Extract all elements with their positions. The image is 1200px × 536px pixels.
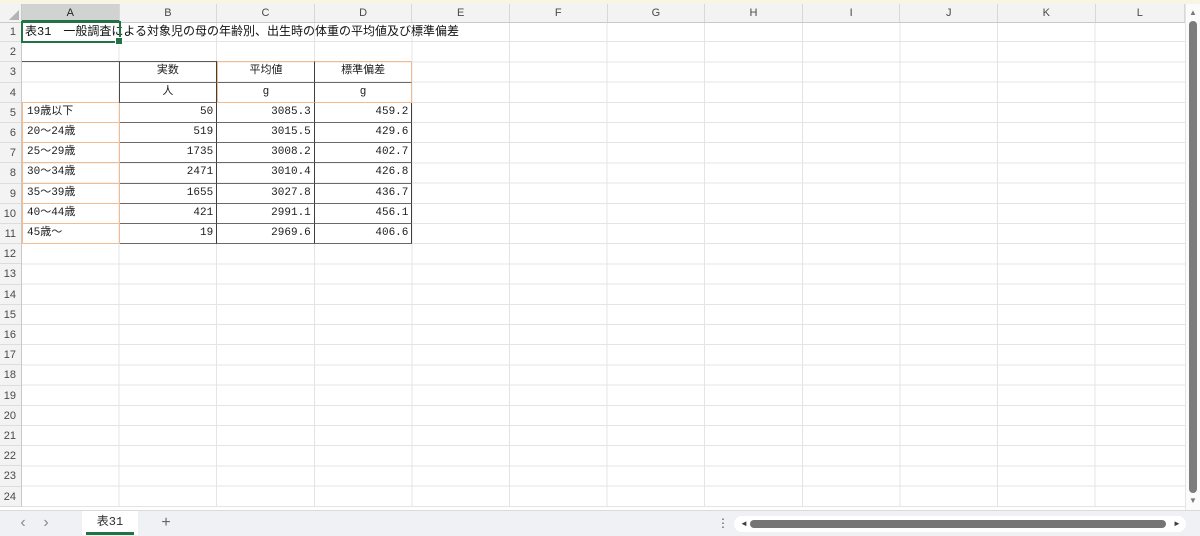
cell-a6[interactable]: 20～24歳 [22,123,120,143]
row-header-21[interactable]: 21 [0,426,21,446]
next-sheet-button[interactable]: › [36,511,56,536]
vertical-scrollbar[interactable]: ▲ ▼ [1185,4,1200,510]
row-header-8[interactable]: 8 [0,163,21,183]
cell-d5[interactable]: 459.2 [315,103,413,123]
row-header-22[interactable]: 22 [0,446,21,466]
cell-a9[interactable]: 35～39歳 [22,184,120,204]
column-header-a[interactable]: A [22,4,120,22]
cell-c11[interactable]: 2969.6 [217,224,315,244]
row-header-11[interactable]: 11 [0,224,21,244]
row-header-column: 123456789101112131415161718192021222324 [0,22,22,507]
column-header-d[interactable]: D [315,4,413,22]
cell-a7[interactable]: 25～29歳 [22,143,120,163]
spreadsheet-app: ABCDEFGHIJKL 123456789101112131415161718… [0,0,1200,536]
sheet-tab-bar: ‹ › 表31 + ⋮ ◄ ► [0,510,1200,536]
sheet-tab-label: 表31 [97,515,123,529]
sheet-tab-active[interactable]: 表31 [82,511,138,535]
column-header-b[interactable]: B [120,4,218,22]
cell-d3[interactable]: 標準偏差 [315,61,413,82]
cell-c3[interactable]: 平均値 [217,61,315,82]
cell-d6[interactable]: 429.6 [315,123,413,143]
cell-c4[interactable]: g [217,83,315,103]
row-header-15[interactable]: 15 [0,305,21,325]
row-header-13[interactable]: 13 [0,264,21,284]
scrollbar-drag-handle-icon[interactable]: ⋮ [716,511,730,536]
row-header-5[interactable]: 5 [0,103,21,123]
cell-a5[interactable]: 19歳以下 [22,103,120,123]
select-all-triangle-icon [9,10,19,20]
vertical-scrollbar-thumb[interactable] [1189,21,1197,493]
row-header-23[interactable]: 23 [0,466,21,486]
row-header-14[interactable]: 14 [0,285,21,305]
column-header-e[interactable]: E [412,4,510,22]
row-header-12[interactable]: 12 [0,244,21,264]
cell-b6[interactable]: 519 [120,123,218,143]
row-header-24[interactable]: 24 [0,487,21,507]
scroll-right-icon[interactable]: ► [1170,516,1184,532]
cell-c9[interactable]: 3027.8 [217,184,315,204]
row-header-2[interactable]: 2 [0,42,21,62]
prev-sheet-button[interactable]: ‹ [13,511,33,536]
cell-d7[interactable]: 402.7 [315,143,413,163]
add-sheet-button[interactable]: + [155,511,177,536]
active-tab-underline [86,532,134,535]
column-header-row: ABCDEFGHIJKL [0,4,1185,23]
row-header-3[interactable]: 3 [0,62,21,82]
scroll-up-icon[interactable]: ▲ [1186,7,1200,19]
cell-c7[interactable]: 3008.2 [217,143,315,163]
column-header-g[interactable]: G [608,4,706,22]
cell-b4[interactable]: 人 [119,83,218,103]
cell-b11[interactable]: 19 [120,224,218,244]
fill-handle[interactable] [115,37,123,45]
column-header-h[interactable]: H [705,4,803,22]
cell-d8[interactable]: 426.8 [315,163,413,183]
cell-b8[interactable]: 2471 [120,163,218,183]
cell-b7[interactable]: 1735 [120,143,218,163]
cell-a8[interactable]: 30～34歳 [22,163,120,183]
cell-c6[interactable]: 3015.5 [217,123,315,143]
row-header-18[interactable]: 18 [0,365,21,385]
cell-b9[interactable]: 1655 [120,184,218,204]
cell-d4[interactable]: g [315,83,413,103]
select-all-button[interactable] [0,4,22,22]
scroll-left-icon[interactable]: ◄ [737,516,751,532]
cell-d10[interactable]: 456.1 [315,204,413,224]
selection-box[interactable] [21,21,121,43]
cell-a3-a4[interactable] [22,61,120,102]
cell-d9[interactable]: 436.7 [315,184,413,204]
row-header-16[interactable]: 16 [0,325,21,345]
column-header-f[interactable]: F [510,4,608,22]
row-header-9[interactable]: 9 [0,184,21,204]
cell-c10[interactable]: 2991.1 [217,204,315,224]
column-header-j[interactable]: J [900,4,998,22]
row-header-6[interactable]: 6 [0,123,21,143]
horizontal-scrollbar-thumb[interactable] [750,520,1166,528]
row-header-10[interactable]: 10 [0,204,21,224]
row-header-17[interactable]: 17 [0,345,21,365]
column-header-c[interactable]: C [217,4,315,22]
column-header-k[interactable]: K [998,4,1096,22]
cell-c5[interactable]: 3085.3 [217,103,315,123]
column-header-i[interactable]: I [803,4,901,22]
row-header-7[interactable]: 7 [0,143,21,163]
row-header-4[interactable]: 4 [0,83,21,103]
row-header-1[interactable]: 1 [0,22,21,42]
cell-c8[interactable]: 3010.4 [217,163,315,183]
column-header-l[interactable]: L [1096,4,1185,22]
cell-d11[interactable]: 406.6 [315,224,413,244]
cell-b5[interactable]: 50 [120,103,218,123]
cell-a11[interactable]: 45歳～ [22,224,120,244]
cell-a10[interactable]: 40～44歳 [22,204,120,224]
horizontal-scrollbar[interactable]: ◄ ► [734,516,1186,532]
row-header-19[interactable]: 19 [0,386,21,406]
row-header-20[interactable]: 20 [0,406,21,426]
cell-b3[interactable]: 実数 [119,61,218,82]
cell-b10[interactable]: 421 [120,204,218,224]
scroll-down-icon[interactable]: ▼ [1186,495,1200,507]
